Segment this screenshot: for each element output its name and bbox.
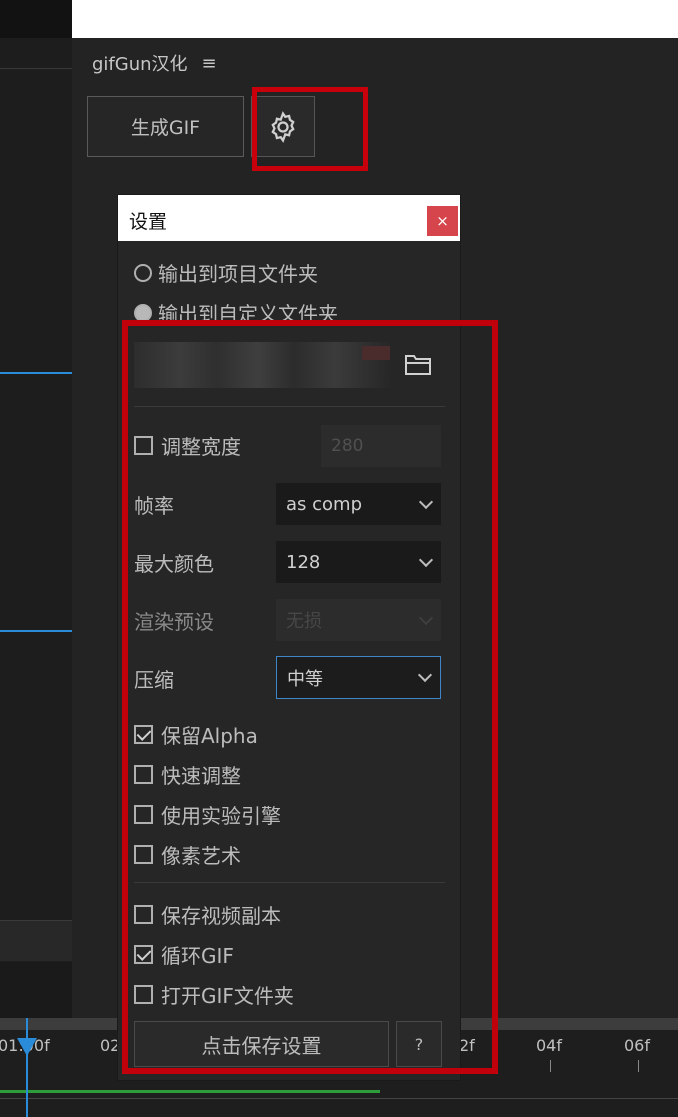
timeline-tick-label: 04f bbox=[536, 1036, 562, 1055]
divider bbox=[0, 68, 72, 69]
dialog-title: 设置 bbox=[129, 211, 168, 233]
dialog-titlebar bbox=[118, 195, 460, 241]
left-panel-footer-lower bbox=[0, 962, 72, 1018]
annotation-highlight-box bbox=[122, 320, 498, 1074]
layer-track-line bbox=[0, 372, 72, 374]
divider bbox=[0, 1098, 678, 1099]
top-blank-area bbox=[72, 0, 678, 38]
hamburger-icon[interactable]: ≡ bbox=[202, 53, 217, 74]
generate-gif-button[interactable]: 生成GIF bbox=[87, 96, 244, 157]
timeline-tick bbox=[638, 1060, 639, 1072]
left-panel-header bbox=[0, 0, 72, 38]
radio-button-selected[interactable] bbox=[134, 303, 152, 322]
panel-header: gifGun汉化 ≡ bbox=[92, 50, 217, 76]
timeline-tick-label: 06f bbox=[624, 1036, 650, 1055]
radio-button[interactable] bbox=[134, 263, 152, 282]
work-area-bar bbox=[0, 1090, 380, 1093]
radio-output-project-folder[interactable]: 输出到项目文件夹 bbox=[134, 258, 318, 287]
panel-title: gifGun汉化 bbox=[92, 54, 188, 75]
left-panel-footer bbox=[0, 920, 72, 961]
timeline-tick bbox=[550, 1060, 551, 1072]
close-icon: × bbox=[436, 212, 449, 230]
annotation-highlight-box bbox=[252, 87, 368, 171]
layer-track-line bbox=[0, 630, 72, 632]
close-button[interactable]: × bbox=[427, 206, 458, 236]
playhead-line[interactable] bbox=[26, 1018, 28, 1117]
playhead-icon[interactable] bbox=[17, 1038, 37, 1056]
radio-label: 输出到项目文件夹 bbox=[158, 262, 318, 286]
